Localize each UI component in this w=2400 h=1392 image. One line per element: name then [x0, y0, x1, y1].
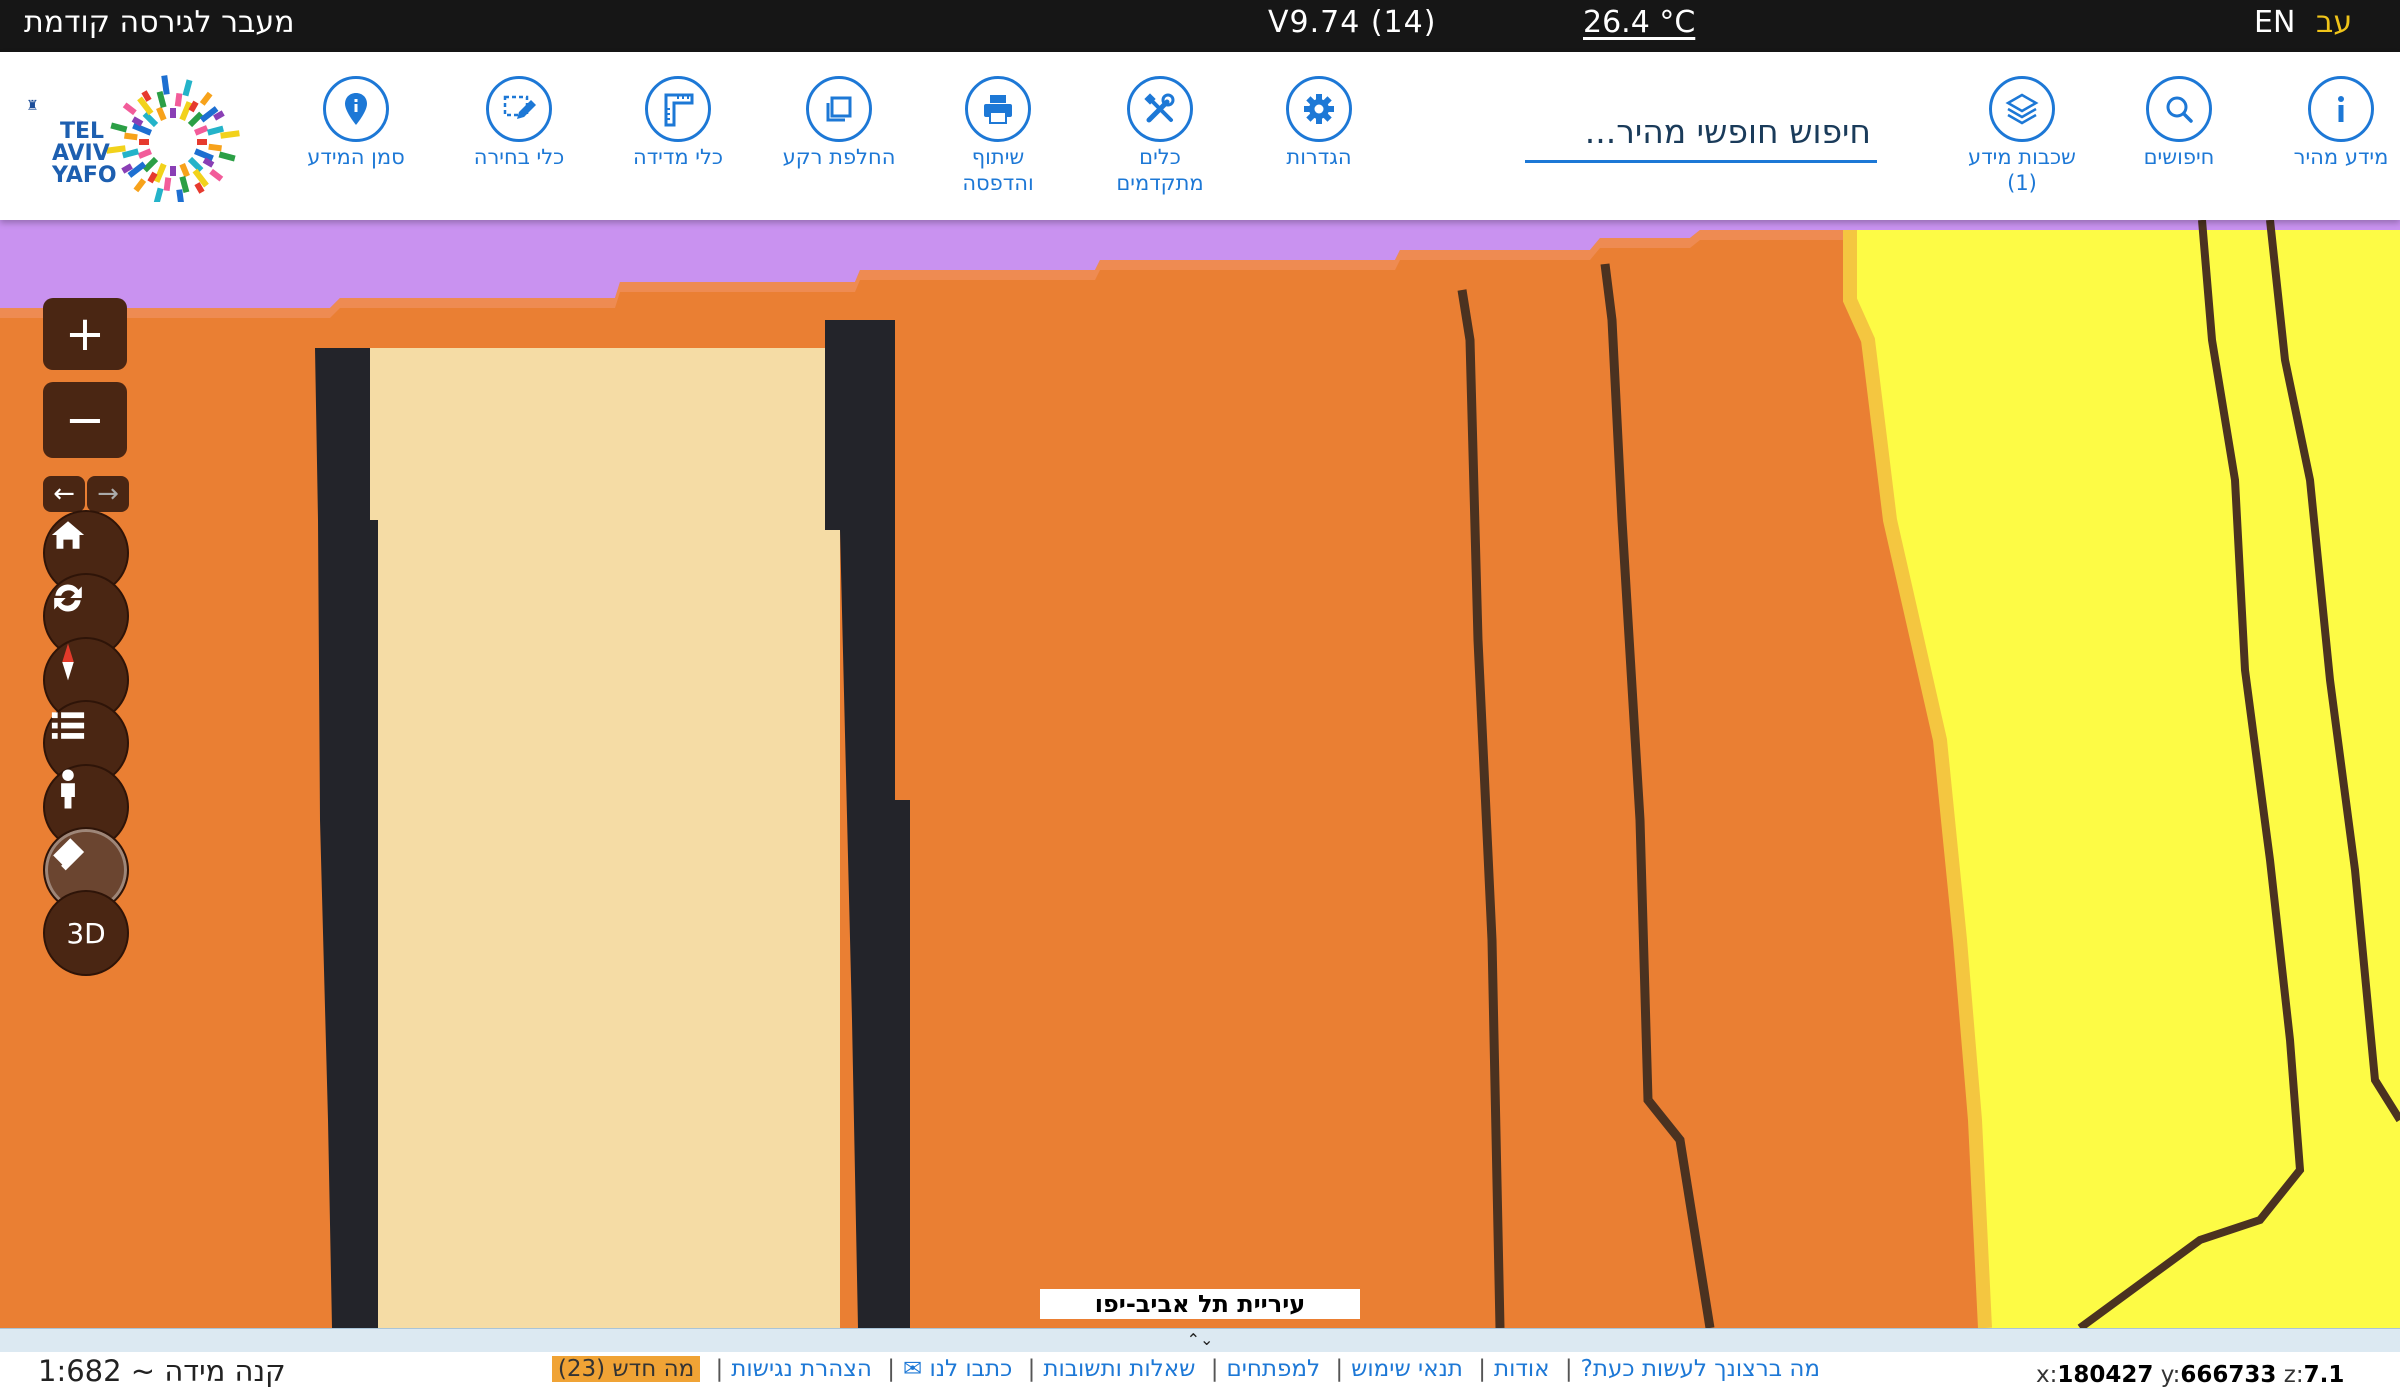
footer-link-contact[interactable]: כתבו לנו ✉	[903, 1356, 1012, 1382]
quick-search-input[interactable]	[1525, 102, 1877, 160]
map-pin-icon	[323, 76, 389, 142]
separator: |	[1564, 1356, 1573, 1382]
whats-new-button[interactable]: מה חדש (23)	[551, 1356, 701, 1382]
footer-link-faq[interactable]: שאלות ותשובות	[1043, 1356, 1195, 1382]
selection-tool[interactable]: כלי בחירה	[444, 76, 594, 170]
forward-button[interactable]: →	[87, 476, 129, 512]
coordinates-readout: x:180427 y:666733 z:7.1	[2036, 1362, 2344, 1388]
map-attribution-label: עיריית תל אביב-יפו	[1040, 1289, 1360, 1319]
refresh-icon	[54, 584, 82, 612]
previous-version-link[interactable]: מעבר לגירסה קודמת	[24, 0, 295, 52]
bottom-bar: קנה מידה ~ 1:682 מה ברצונך לעשות כעת? | א…	[0, 1352, 2400, 1392]
tool-label: חיפושים	[2143, 145, 2215, 169]
x-label: x:	[2036, 1362, 2058, 1388]
select-edit-icon	[486, 76, 552, 142]
z-value: 7.1	[2303, 1362, 2345, 1388]
map-tiles[interactable]	[0, 220, 2400, 1328]
tool-label: מידע מהיר	[2293, 145, 2389, 169]
footer-link-developers[interactable]: למפתחים	[1226, 1356, 1320, 1382]
footer-links: מה ברצונך לעשות כעת? | אודות | תנאי שימוש |…	[551, 1356, 1820, 1382]
y-value: 666733	[2180, 1362, 2277, 1388]
info-icon	[2308, 76, 2374, 142]
info-marker-tool[interactable]: סמן המידע	[281, 76, 431, 170]
footer-link-about[interactable]: אודות	[1494, 1356, 1550, 1382]
tool-label: כלים מתקדמים	[1116, 145, 1204, 195]
tools-icon	[1127, 76, 1193, 142]
zoom-in-button[interactable]: +	[43, 298, 127, 370]
switch-basemap-tool[interactable]: החלפת רקע	[764, 76, 914, 170]
3d-button[interactable]: 3D	[43, 890, 129, 976]
home-icon	[51, 521, 85, 549]
info-layers-tool[interactable]: שכבות מידע (1)	[1947, 76, 2097, 196]
back-button[interactable]: ←	[43, 476, 85, 512]
footer-link-what-to-do[interactable]: מה ברצונך לעשות כעת?	[1581, 1356, 1820, 1382]
language-english[interactable]: EN	[2254, 0, 2295, 52]
ruler-icon	[645, 76, 711, 142]
tel-aviv-yafo-logo[interactable]: ♜ TEL AVIV YAFO	[18, 74, 248, 202]
advanced-tools[interactable]: כלים מתקדמים	[1085, 76, 1235, 196]
measure-tool[interactable]: כלי מדידה	[603, 76, 753, 170]
printer-icon	[965, 76, 1031, 142]
z-label: z:	[2276, 1362, 2304, 1388]
main-toolbar: ♜ TEL AVIV YAFO סמן המידע כלי בחירה כלי …	[0, 52, 2400, 220]
y-label: y:	[2153, 1362, 2181, 1388]
quick-search[interactable]	[1525, 102, 1877, 163]
search-icon	[2146, 76, 2212, 142]
tool-label: החלפת רקע	[782, 145, 896, 169]
separator: |	[1335, 1356, 1344, 1382]
quick-info-tool[interactable]: מידע מהיר	[2266, 76, 2400, 170]
separator: |	[887, 1356, 895, 1382]
separator: |	[715, 1356, 724, 1382]
svg-text:♜: ♜	[26, 98, 39, 114]
version-label: V9.74 (14)	[1268, 5, 1437, 40]
tool-label: שיתוף והדפסה	[962, 145, 1034, 195]
svg-text:YAFO: YAFO	[51, 163, 117, 188]
tool-label: סמן המידע	[307, 145, 405, 169]
list-icon	[51, 712, 85, 739]
map-scale: קנה מידה ~ 1:682	[38, 1354, 286, 1388]
settings-tool[interactable]: הגדרות	[1244, 76, 1394, 170]
temperature-link[interactable]: 26.4 °C	[1583, 0, 1695, 52]
share-print-tool[interactable]: שיתוף והדפסה	[923, 76, 1073, 196]
gear-icon	[1286, 76, 1352, 142]
eraser-icon	[50, 838, 85, 871]
zoom-out-button[interactable]: −	[43, 382, 127, 458]
separator: |	[1210, 1356, 1219, 1382]
person-icon	[61, 769, 75, 809]
tool-label: כלי בחירה	[473, 145, 565, 169]
tool-label: הגדרות	[1286, 145, 1352, 169]
footer-link-accessibility[interactable]: הצהרת נגישות	[731, 1356, 872, 1382]
footer-link-terms[interactable]: תנאי שימוש	[1351, 1356, 1463, 1382]
tool-label: כלי מדידה	[632, 145, 724, 169]
x-value: 180427	[2057, 1362, 2154, 1388]
separator: |	[1027, 1356, 1036, 1382]
tool-label: שכבות מידע (1)	[1968, 145, 2076, 195]
footer-collapse-handle[interactable]: ⌃⌄	[0, 1328, 2400, 1353]
language-hebrew[interactable]: עב	[2316, 0, 2352, 52]
map-canvas[interactable]: ← → + − 3D עיריית תל אביב-יפו	[0, 220, 2400, 1328]
top-bar: מעבר לגירסה קודמת V9.74 (14) 26.4 °C EN …	[0, 0, 2400, 52]
searches-tool[interactable]: חיפושים	[2104, 76, 2254, 170]
layers-swap-icon	[806, 76, 872, 142]
compass-icon	[62, 643, 74, 681]
separator: |	[1478, 1356, 1486, 1382]
stack-layers-icon	[1989, 76, 2055, 142]
